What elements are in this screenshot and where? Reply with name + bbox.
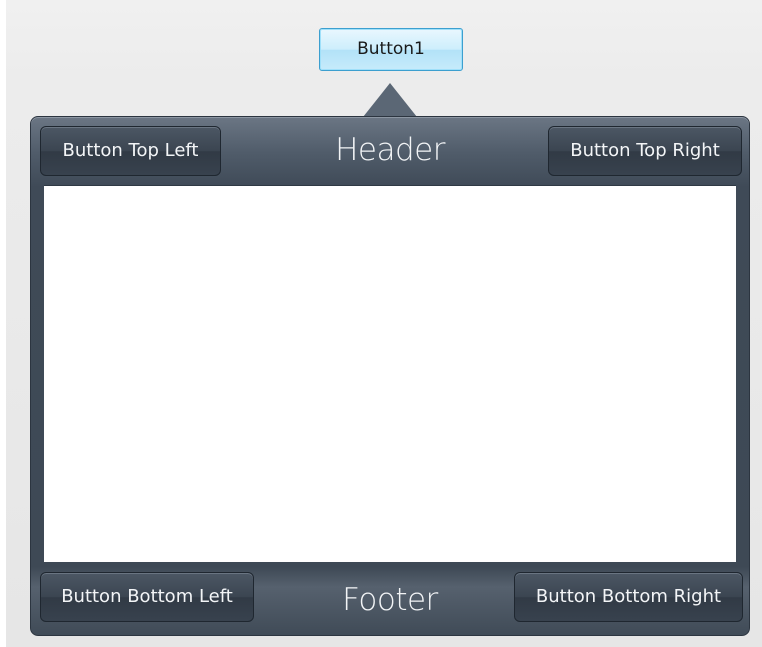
button-bottom-right[interactable]: Button Bottom Right — [514, 572, 743, 622]
button-top-right[interactable]: Button Top Right — [548, 126, 742, 176]
popup-header: Button Top Left Header Button Top Right — [31, 117, 749, 185]
popup-content-area — [44, 185, 736, 562]
popup-pointer-arrow — [363, 83, 417, 117]
popup-footer: Button Bottom Left Footer Button Bottom … — [31, 563, 749, 635]
button1[interactable]: Button1 — [319, 28, 463, 71]
popup-panel: Button Top Left Header Button Top Right … — [30, 116, 750, 636]
